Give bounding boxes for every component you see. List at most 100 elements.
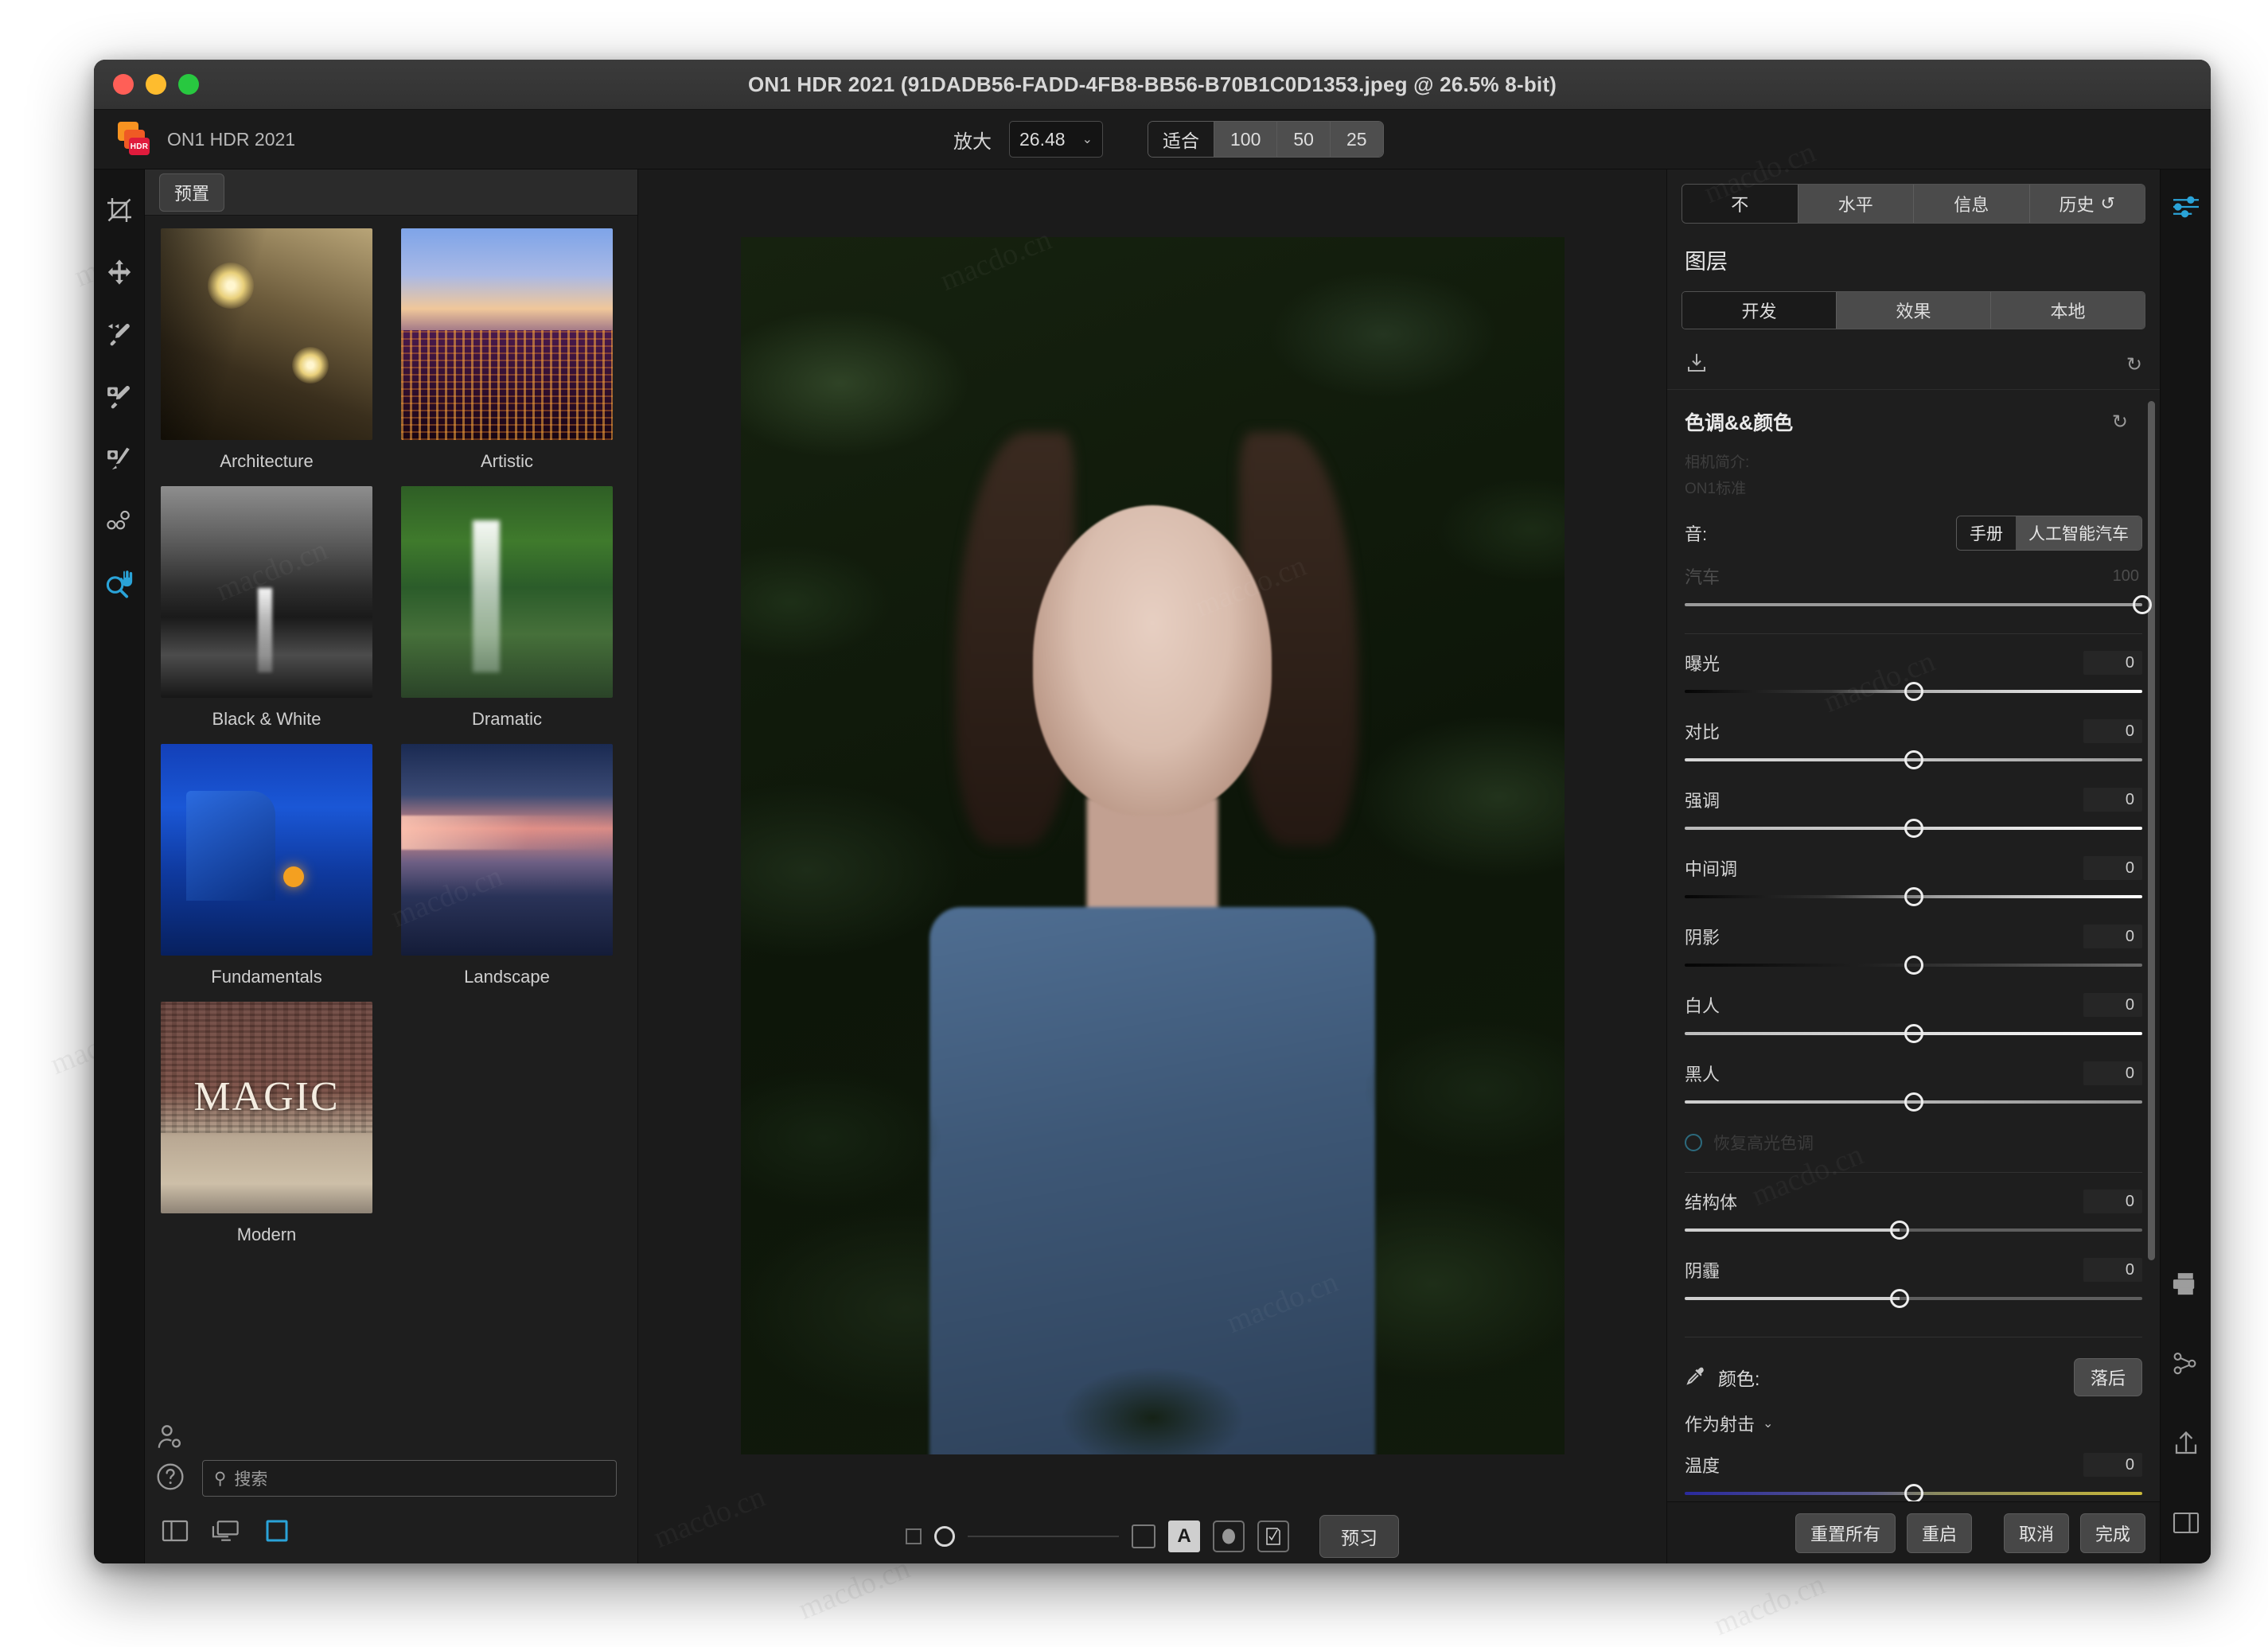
layer-reset-icon[interactable]: ↻ [2126, 353, 2142, 376]
minimize-icon[interactable] [146, 74, 166, 95]
recover-highlights-row[interactable]: 恢复高光色调 [1667, 1113, 2160, 1154]
tab-effects[interactable]: 效果 [1837, 292, 1991, 329]
zoom-preset-group: 适合 100 50 25 [1148, 121, 1384, 158]
adjustment-nodes-tool-icon[interactable] [99, 500, 139, 540]
whites-slider[interactable] [1685, 1022, 2142, 1045]
divider [1685, 1172, 2142, 1173]
preset-card-architecture[interactable]: Architecture [161, 228, 372, 472]
temperature-slider[interactable] [1685, 1482, 2142, 1501]
window-traffic-lights[interactable] [113, 74, 199, 95]
temperature-value[interactable]: 0 [2083, 1453, 2142, 1477]
section-title: 色调&&颜色 [1685, 412, 1794, 434]
exposure-slider[interactable] [1685, 680, 2142, 703]
mask-view-icon[interactable] [1132, 1524, 1155, 1548]
tone-mode-manual-button[interactable]: 手册 [1957, 516, 2016, 550]
preset-thumbnail [161, 486, 372, 698]
search-input[interactable]: ⚲ 搜索 [202, 1460, 617, 1497]
eyedropper-icon[interactable] [1685, 1365, 1707, 1391]
section-reset-icon[interactable]: ↻ [2112, 411, 2128, 434]
compare-a-icon[interactable]: A [1168, 1520, 1200, 1552]
user-settings-icon[interactable] [154, 1423, 186, 1458]
preset-thumbnail [161, 744, 372, 956]
reset-all-button[interactable]: 重置所有 [1795, 1513, 1896, 1553]
preview-button[interactable]: 预习 [1319, 1515, 1399, 1558]
single-view-icon[interactable] [259, 1516, 294, 1546]
split-view-icon[interactable] [158, 1516, 193, 1546]
close-icon[interactable] [113, 74, 134, 95]
soft-proof-icon[interactable] [906, 1528, 922, 1544]
preset-card-modern[interactable]: MAGIC Modern [161, 1002, 372, 1245]
auto-slider-label: 汽车 [1685, 567, 1720, 587]
window-body: 预置 Architecture Artistic Black & White D… [94, 169, 2211, 1563]
preset-card-dramatic[interactable]: Dramatic [401, 486, 613, 730]
highlights-value[interactable]: 0 [2083, 788, 2142, 812]
zoom-hand-tool-icon[interactable] [99, 563, 139, 602]
radio-icon[interactable] [1685, 1134, 1702, 1151]
structure-slider[interactable] [1685, 1219, 2142, 1241]
crop-tool-icon[interactable] [99, 190, 139, 230]
contrast-value[interactable]: 0 [2083, 719, 2142, 743]
checkmark-page-icon[interactable] [1257, 1520, 1289, 1552]
color-reset-button[interactable]: 落后 [2073, 1358, 2142, 1396]
whites-label: 白人 [1685, 996, 1720, 1016]
whites-value[interactable]: 0 [2083, 993, 2142, 1017]
preset-card-black-and-white[interactable]: Black & White [161, 486, 372, 730]
exposure-value[interactable]: 0 [2083, 651, 2142, 675]
tone-mode-auto-button[interactable]: 人工智能汽车 [2016, 516, 2141, 550]
right-panel-scrollbar[interactable] [2148, 401, 2155, 1260]
shadows-value[interactable]: 0 [2083, 925, 2142, 948]
done-button[interactable]: 完成 [2079, 1513, 2145, 1553]
haze-value[interactable]: 0 [2083, 1258, 2142, 1282]
tab-presets[interactable]: 预置 [159, 173, 225, 212]
presets-panel: 预置 Architecture Artistic Black & White D… [145, 169, 638, 1563]
masking-tool-icon[interactable] [99, 438, 139, 478]
share-icon[interactable] [2166, 1344, 2206, 1384]
maximize-icon[interactable] [178, 74, 199, 95]
highlights-slider[interactable] [1685, 817, 2142, 839]
tab-local[interactable]: 本地 [1991, 292, 2145, 329]
zoom-25-button[interactable]: 25 [1330, 122, 1383, 157]
cancel-button[interactable]: 取消 [2003, 1513, 2069, 1553]
right-panel-scroll-area[interactable]: 色调&&颜色 ↻ 相机简介: ON1标准 音: 手册 人工智能汽车 汽车 100… [1667, 390, 2160, 1501]
zoom-50-button[interactable]: 50 [1277, 122, 1331, 157]
tab-levels[interactable]: 水平 [1798, 185, 1914, 223]
fit-button[interactable]: 适合 [1148, 122, 1214, 157]
preset-card-landscape[interactable]: Landscape [401, 744, 613, 987]
restart-button[interactable]: 重启 [1906, 1513, 1972, 1553]
preset-card-artistic[interactable]: Artistic [401, 228, 613, 472]
shadows-slider[interactable] [1685, 954, 2142, 976]
zoom-value-field[interactable]: 26.48 ⌄ [1009, 121, 1103, 158]
opacity-slider-knob[interactable] [934, 1526, 955, 1547]
structure-value[interactable]: 0 [2083, 1190, 2142, 1213]
export-icon[interactable] [2166, 1423, 2206, 1463]
panel-toggle-icon[interactable] [2166, 1503, 2206, 1543]
perfect-brush-tool-icon[interactable] [99, 376, 139, 416]
zoom-100-button[interactable]: 100 [1214, 122, 1278, 157]
haze-slider[interactable] [1685, 1287, 2142, 1310]
dual-screen-icon[interactable] [208, 1516, 244, 1546]
edited-photo[interactable] [740, 237, 1565, 1454]
tab-develop[interactable]: 开发 [1682, 292, 1837, 329]
ellipse-mask-icon[interactable] [1213, 1520, 1245, 1552]
import-layer-icon[interactable] [1685, 351, 1709, 379]
tab-none[interactable]: 不 [1682, 185, 1798, 223]
midtones-slider[interactable] [1685, 886, 2142, 908]
retouch-brush-tool-icon[interactable] [99, 314, 139, 354]
chevron-down-icon: ⌄ [1081, 133, 1093, 146]
image-canvas[interactable] [638, 169, 1666, 1509]
opacity-slider-track[interactable] [968, 1536, 1119, 1537]
sliders-icon[interactable] [2166, 187, 2206, 227]
color-mode-dropdown[interactable]: 作为射击 ⌄ [1667, 1396, 2160, 1436]
tab-history[interactable]: 历史 ↺ [2029, 185, 2145, 223]
tab-info[interactable]: 信息 [1914, 185, 2030, 223]
blacks-slider[interactable] [1685, 1091, 2142, 1113]
app-window: ON1 HDR 2021 (91DADB56-FADD-4FB8-BB56-B7… [94, 60, 2211, 1563]
auto-slider[interactable] [1685, 594, 2152, 616]
print-icon[interactable] [2166, 1264, 2206, 1304]
contrast-slider[interactable] [1685, 749, 2142, 771]
help-icon[interactable] [154, 1461, 186, 1497]
blacks-value[interactable]: 0 [2083, 1061, 2142, 1085]
move-tool-icon[interactable] [99, 252, 139, 292]
midtones-value[interactable]: 0 [2083, 856, 2142, 880]
preset-card-fundamentals[interactable]: Fundamentals [161, 744, 372, 987]
